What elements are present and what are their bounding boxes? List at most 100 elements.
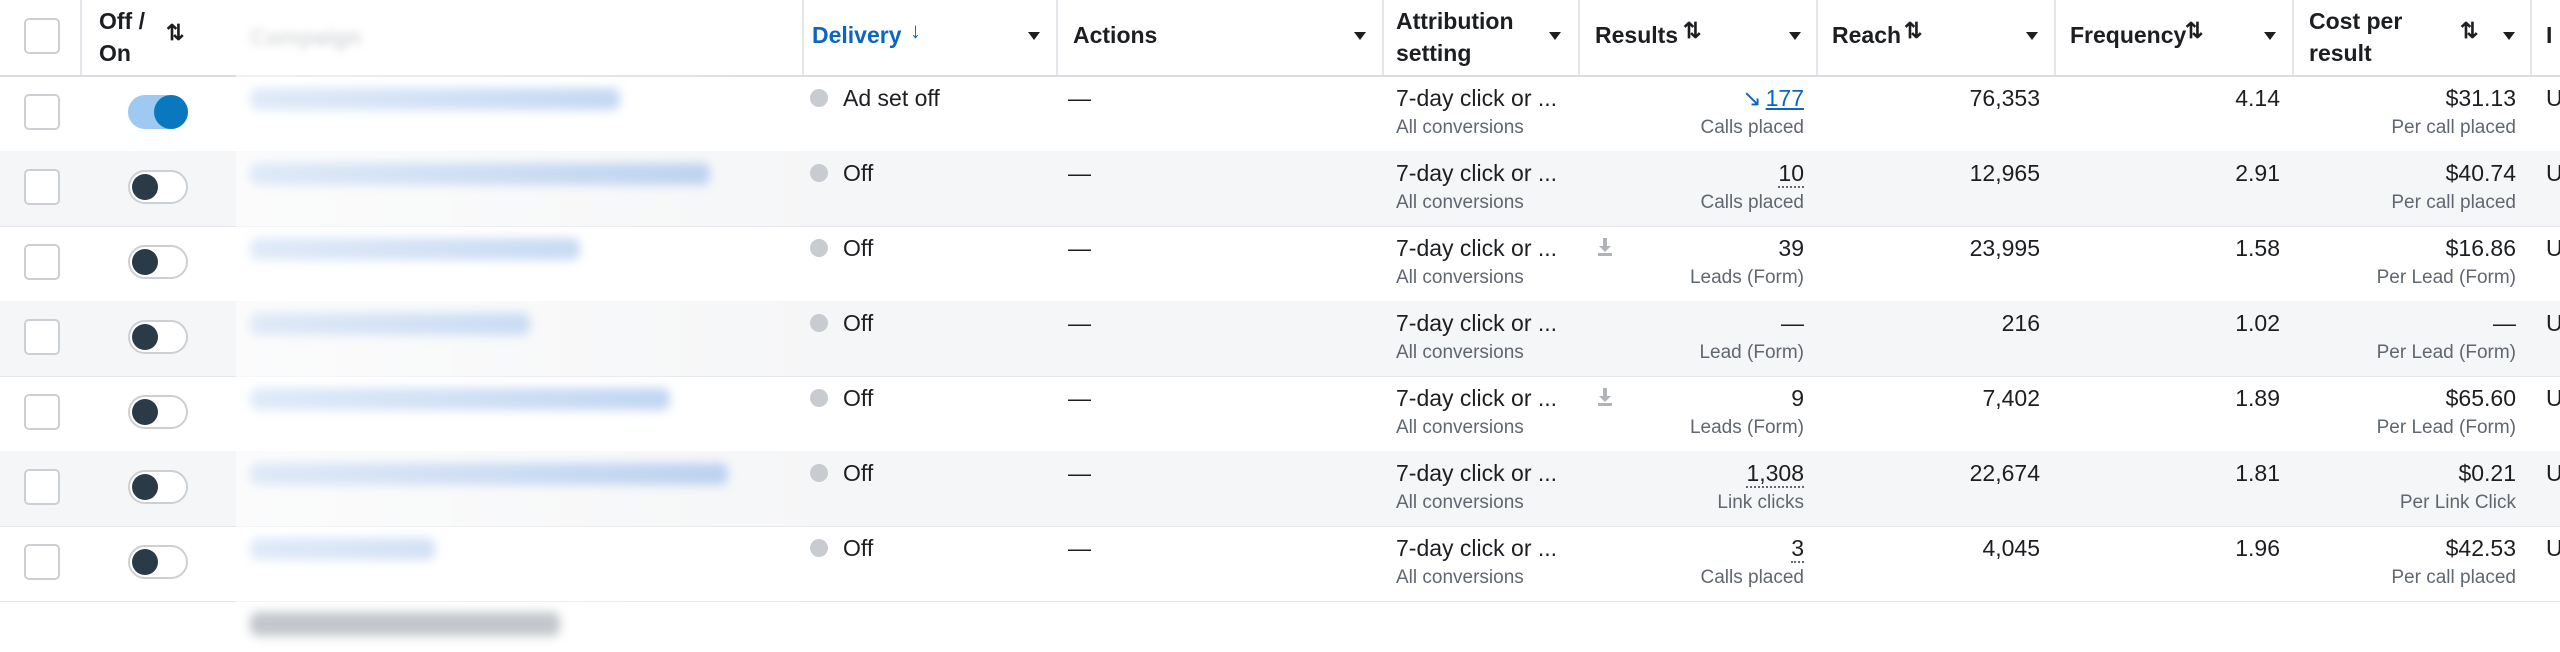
status-dot (810, 464, 828, 482)
delivery-status: Off (843, 310, 874, 336)
campaign-header[interactable]: Campaign (250, 22, 361, 53)
chevron-down-icon[interactable] (2503, 32, 2515, 40)
off-on-header-line2: On (99, 40, 131, 66)
actions-header[interactable]: Actions (1073, 20, 1157, 51)
row-toggle[interactable] (128, 245, 188, 279)
frequency-header[interactable]: Frequency (2070, 20, 2186, 51)
select-all-checkbox[interactable] (24, 18, 60, 54)
campaign-name[interactable] (250, 538, 435, 560)
row-toggle[interactable] (128, 545, 188, 579)
overflow-value: U (2546, 310, 2560, 336)
sort-icon[interactable]: ⇅ (2185, 18, 2203, 44)
row-checkbox[interactable] (24, 319, 60, 355)
sort-icon[interactable]: ⇅ (166, 20, 184, 46)
table-row[interactable]: Off — 7-day click or ... All conversions 39 L… (0, 226, 2560, 302)
sort-icon[interactable]: ⇅ (1683, 18, 1701, 44)
column-divider (1816, 0, 1818, 75)
reach-header[interactable]: Reach (1832, 20, 1901, 51)
table-row[interactable]: Off — 7-day click or ... All conversions 1,3… (0, 451, 2560, 527)
campaign-name[interactable] (250, 88, 620, 110)
actions-value: — (1068, 160, 1091, 186)
table-row[interactable]: Off — 7-day click or ... All conversions 9 Le… (0, 376, 2560, 452)
status-dot (810, 314, 828, 332)
campaign-name[interactable] (250, 463, 728, 485)
row-toggle[interactable] (128, 470, 188, 504)
result-type: Calls placed (1700, 192, 1805, 213)
cost-value: $31.13 (2445, 85, 2516, 111)
reach-value: 23,995 (1969, 235, 2040, 261)
row-toggle[interactable] (128, 320, 188, 354)
table-row[interactable]: Ad set off — 7-day click or ... All convers… (0, 76, 2560, 152)
chevron-down-icon[interactable] (1354, 32, 1366, 40)
table-row[interactable]: Off — 7-day click or ... All conversions — Le… (0, 301, 2560, 377)
actions-value: — (1068, 385, 1091, 411)
attribution-value: 7-day click or ... (1396, 460, 1558, 486)
frequency-value: 2.91 (2235, 160, 2280, 186)
campaign-name[interactable] (250, 163, 710, 185)
result-type: Lead (Form) (1699, 342, 1804, 363)
attribution-value: 7-day click or ... (1396, 235, 1558, 261)
status-dot (810, 239, 828, 257)
results-header[interactable]: Results (1595, 20, 1678, 51)
campaign-name[interactable] (250, 388, 670, 410)
row-checkbox[interactable] (24, 394, 60, 430)
cost-per-result-header[interactable]: Cost per (2309, 6, 2402, 37)
row-checkbox[interactable] (24, 244, 60, 280)
overflow-value: U (2546, 235, 2560, 261)
actions-value: — (1068, 310, 1091, 336)
cost-type: Per Link Click (2399, 492, 2516, 513)
row-checkbox[interactable] (24, 544, 60, 580)
cost-value: — (2493, 310, 2516, 336)
reach-value: 4,045 (1982, 535, 2040, 561)
status-dot (810, 539, 828, 557)
row-checkbox[interactable] (24, 169, 60, 205)
cost-type: Per call placed (2391, 192, 2516, 213)
column-divider (1056, 0, 1058, 75)
column-divider (2292, 0, 2294, 75)
result-value: 9 (1791, 385, 1804, 411)
attribution-header[interactable]: Attribution (1396, 6, 1514, 37)
result-value[interactable]: 177 (1766, 85, 1804, 111)
sort-icon[interactable]: ⇅ (2460, 18, 2478, 44)
reach-value: 22,674 (1969, 460, 2040, 486)
row-toggle[interactable] (128, 95, 188, 129)
toggle-knob (132, 549, 158, 575)
delivery-status: Off (843, 460, 874, 486)
result-value[interactable]: 10 (1778, 160, 1804, 188)
chevron-down-icon[interactable] (2264, 32, 2276, 40)
chevron-down-icon[interactable] (1549, 32, 1561, 40)
off-on-header[interactable]: Off / (99, 6, 145, 37)
cost-type: Per Lead (Form) (2376, 342, 2516, 363)
chevron-down-icon[interactable] (1028, 32, 1040, 40)
result-value[interactable]: 1,308 (1746, 460, 1804, 488)
frequency-value: 1.81 (2235, 460, 2280, 486)
row-checkbox[interactable] (24, 469, 60, 505)
toggle-knob (132, 249, 158, 275)
frequency-value: 1.02 (2235, 310, 2280, 336)
column-divider (1382, 0, 1384, 75)
result-value[interactable]: 3 (1791, 535, 1804, 563)
delivery-status: Off (843, 385, 874, 411)
chevron-down-icon[interactable] (1789, 32, 1801, 40)
chevron-down-icon[interactable] (2026, 32, 2038, 40)
row-toggle[interactable] (128, 395, 188, 429)
cost-value: $0.21 (2458, 460, 2516, 486)
reach-value: 216 (2001, 310, 2040, 336)
cost-per-result-header-line2: result (2309, 40, 2372, 66)
status-dot (810, 164, 828, 182)
campaign-name[interactable] (250, 313, 530, 335)
table-row[interactable]: Off — 7-day click or ... All conversions 10 C… (0, 151, 2560, 227)
frequency-value: 1.58 (2235, 235, 2280, 261)
campaign-name[interactable] (250, 238, 580, 260)
overflow-value: U (2546, 535, 2560, 561)
sort-desc-icon[interactable]: ↓ (910, 18, 921, 44)
overflow-value: U (2546, 460, 2560, 486)
row-toggle[interactable] (128, 170, 188, 204)
actions-value: — (1068, 85, 1091, 111)
delivery-header[interactable]: Delivery (812, 20, 902, 51)
toggle-knob (132, 474, 158, 500)
table-row[interactable]: Off — 7-day click or ... All conversions 3 Ca… (0, 526, 2560, 602)
row-checkbox[interactable] (24, 94, 60, 130)
result-value-cell[interactable]: ↘ 177 (1600, 84, 1804, 112)
sort-icon[interactable]: ⇅ (1904, 18, 1922, 44)
